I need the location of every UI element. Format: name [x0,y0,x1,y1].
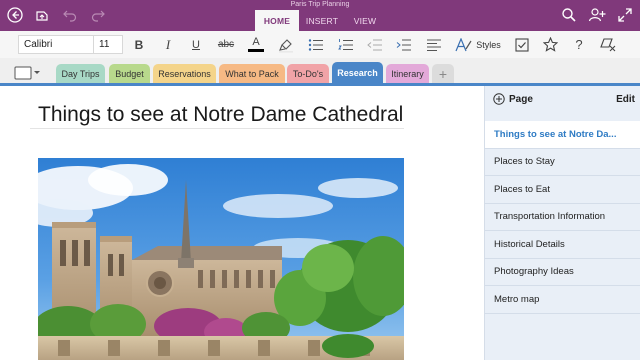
onenote-window: Paris Trip Planning HOME INSERT VIEW Cal… [0,0,640,360]
font-color-button[interactable]: A [246,35,266,54]
expand-icon[interactable] [614,4,636,26]
page-item-places-to-eat[interactable]: Places to Eat [485,176,640,204]
section-tab-day-trips[interactable]: Day Trips [56,64,105,83]
decrease-indent-icon[interactable] [365,35,385,54]
undo-icon[interactable] [59,4,81,26]
page-list-panel: Page Edit Things to see at Notre Da... P… [484,86,640,360]
search-icon[interactable] [558,4,580,26]
clear-formatting-icon[interactable] [597,35,619,54]
add-page-button[interactable]: Page [493,93,533,105]
font-color-glyph: A [252,36,260,48]
add-circle-icon [493,93,505,105]
page-item-places-to-stay[interactable]: Places to Stay [485,149,640,176]
styles-label: Styles [476,39,501,50]
edit-pages-button[interactable]: Edit [616,94,635,105]
page-item-metro-map[interactable]: Metro map [485,286,640,314]
add-page-label: Page [509,93,533,105]
page-item-photography-ideas[interactable]: Photography Ideas [485,259,640,286]
notebook-picker[interactable] [14,66,42,80]
page-list: Things to see at Notre Da... Places to S… [485,121,640,314]
sync-icon[interactable] [31,4,53,26]
page-item-transportation[interactable]: Transportation Information [485,204,640,231]
star-tag-icon[interactable] [540,35,560,54]
numbered-list-icon[interactable] [336,35,356,54]
section-tab-reservations[interactable]: Reservations [153,64,216,83]
ribbon-bar: Paris Trip Planning HOME INSERT VIEW [0,0,640,31]
notebook-icon [14,66,40,80]
page-list-header: Page Edit [485,86,640,114]
align-icon[interactable] [424,35,444,54]
underline-button[interactable]: U [188,35,204,54]
back-arrow-icon[interactable] [4,4,26,26]
add-section-button[interactable]: + [432,64,454,83]
highlighter-icon[interactable] [276,35,296,54]
section-tab-itinerary[interactable]: Itinerary [386,64,429,83]
bold-button[interactable]: B [131,35,147,54]
increase-indent-icon[interactable] [394,35,414,54]
font-size-field[interactable]: 11 [93,35,123,54]
checkbox-tag-icon[interactable] [512,35,532,54]
page-canvas[interactable]: Things to see at Notre Dame Cathedral [0,86,484,360]
page-item-historical-details[interactable]: Historical Details [485,231,640,259]
font-name-field[interactable]: Calibri [18,35,94,54]
page-item-notre-dame[interactable]: Things to see at Notre Da... [485,121,640,149]
notre-dame-photo[interactable] [38,158,404,360]
tab-home[interactable]: HOME [255,10,299,31]
strikethrough-button[interactable]: abc [215,35,237,54]
styles-button[interactable]: Styles [454,35,502,54]
title-divider [30,128,404,129]
add-person-icon[interactable] [586,4,608,26]
tab-insert[interactable]: INSERT [301,10,343,31]
redo-icon[interactable] [87,4,109,26]
bullet-list-icon[interactable] [306,35,326,54]
font-color-swatch [248,49,264,52]
section-tab-what-to-pack[interactable]: What to Pack [219,64,285,83]
tab-view[interactable]: VIEW [346,10,384,31]
page-title[interactable]: Things to see at Notre Dame Cathedral [38,103,403,127]
section-tab-budget[interactable]: Budget [109,64,150,83]
italic-button[interactable]: I [160,35,176,54]
section-tab-to-dos[interactable]: To-Do's [287,64,329,83]
format-toolbar: Calibri 11 B I U abc A Styles ? [0,31,640,58]
help-icon[interactable]: ? [569,35,589,54]
section-tab-bar: Day Trips Budget Reservations What to Pa… [0,58,640,85]
styles-icon [455,37,472,51]
section-tab-research[interactable]: Research [332,62,383,83]
